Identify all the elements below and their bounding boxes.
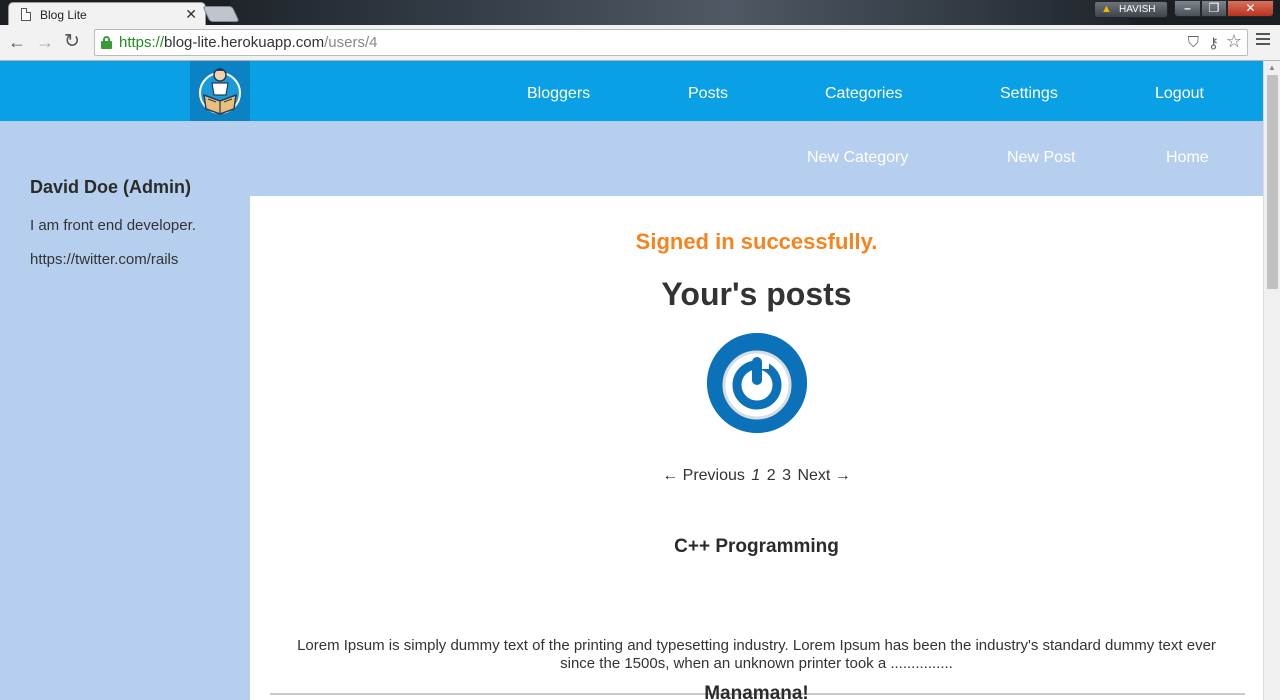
warning-icon: ▲ [1101, 3, 1112, 15]
avatar [707, 333, 807, 433]
url-host: blog-lite.herokuapp.com [164, 34, 325, 51]
post-title[interactable]: Manamana! [250, 683, 1263, 700]
profile-bio: I am front end developer. [30, 217, 196, 234]
main-content: Signed in successfully. Your's posts ← P… [250, 196, 1263, 700]
url-scheme: https:// [119, 34, 165, 51]
page-icon [21, 8, 31, 21]
minimize-button[interactable]: – [1174, 0, 1201, 17]
minimize-icon: – [1184, 1, 1191, 15]
scroll-up-icon[interactable]: ▲ [1268, 63, 1276, 72]
site-logo[interactable] [190, 61, 250, 121]
browser-toolbar: ← → ↻ https://blog-lite.herokuapp.com/us… [0, 25, 1280, 61]
pagination-page-2[interactable]: 2 [767, 467, 776, 484]
nav-settings[interactable]: Settings [1000, 85, 1058, 103]
nav-bloggers[interactable]: Bloggers [527, 85, 590, 103]
nav-categories[interactable]: Categories [825, 85, 902, 103]
profile-name-heading: David Doe (Admin) [30, 177, 192, 197]
nav-logout[interactable]: Logout [1155, 85, 1204, 103]
browser-menu-icon[interactable] [1256, 33, 1270, 48]
bookmark-star-icon[interactable]: ☆ [1226, 31, 1242, 52]
tab-title: Blog Lite [40, 8, 87, 22]
titlebar-background [230, 0, 1130, 25]
page-title: Your's posts [661, 276, 852, 312]
subnav-home[interactable]: Home [1166, 149, 1209, 167]
subnav-new-category[interactable]: New Category [807, 149, 908, 167]
key-icon[interactable]: ⚷ [1208, 34, 1219, 52]
nav-posts[interactable]: Posts [688, 85, 728, 103]
profile-twitter-link[interactable]: https://twitter.com/rails [30, 251, 178, 268]
pagination: ← Previous 1 2 3 Next → [250, 467, 1263, 485]
subnav-new-post[interactable]: New Post [1007, 149, 1075, 167]
blogger-logo-icon [199, 68, 241, 115]
flash-message: Signed in successfully. [635, 229, 878, 254]
browser-titlebar: Blog Lite ✕ ▲ HAVISH – ❐ ✕ [0, 0, 1280, 25]
pagination-page-1: 1 [751, 467, 761, 484]
maximize-button[interactable]: ❐ [1201, 0, 1227, 17]
power-avatar-icon [707, 333, 807, 433]
url-path: /users/4 [324, 34, 378, 51]
page-scrollbar[interactable]: ▲ [1263, 61, 1280, 700]
pagination-next[interactable]: Next → [797, 467, 850, 484]
address-bar[interactable]: https://blog-lite.herokuapp.com/users/4 … [94, 29, 1248, 56]
shield-icon[interactable]: ⛉ [1188, 34, 1199, 51]
pagination-page-3[interactable]: 3 [782, 467, 791, 484]
forward-arrow-icon[interactable]: → [36, 31, 54, 53]
page-viewport: Bloggers Posts Categories Settings Logou… [0, 61, 1263, 700]
reload-icon[interactable]: ↻ [64, 31, 80, 53]
browser-tab[interactable]: Blog Lite ✕ [8, 2, 206, 25]
profile-badge[interactable]: ▲ HAVISH [1094, 1, 1168, 18]
scrollbar-thumb[interactable] [1267, 75, 1278, 289]
back-arrow-icon[interactable]: ← [8, 31, 26, 53]
restore-icon: ❐ [1208, 1, 1220, 15]
lock-icon [101, 36, 112, 49]
close-icon: ✕ [1245, 1, 1256, 15]
profile-name: HAVISH [1119, 4, 1156, 15]
post-title[interactable]: C++ Programming [250, 536, 1263, 558]
pagination-previous[interactable]: ← Previous [662, 467, 745, 484]
top-navigation: Bloggers Posts Categories Settings Logou… [0, 61, 1263, 121]
window-close-button[interactable]: ✕ [1227, 0, 1274, 17]
tab-close-icon[interactable]: ✕ [185, 6, 197, 23]
url-text[interactable]: https://blog-lite.herokuapp.com/users/4 [119, 34, 377, 51]
post-excerpt: Lorem Ipsum is simply dummy text of the … [297, 637, 1216, 672]
